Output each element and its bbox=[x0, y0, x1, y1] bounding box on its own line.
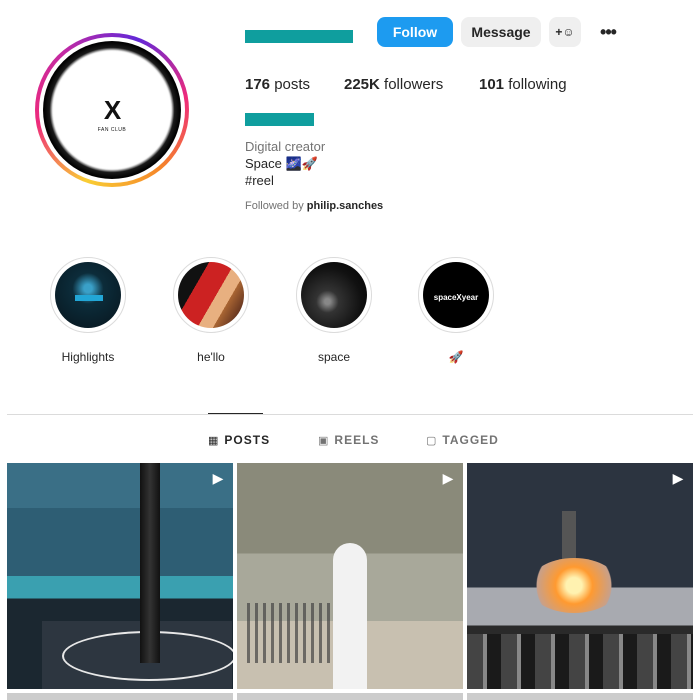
following-label: following bbox=[508, 76, 567, 93]
tagged-icon: ▢ bbox=[426, 435, 438, 447]
following-count: 101 bbox=[479, 76, 505, 93]
profile-avatar[interactable]: X FAN CLUB bbox=[35, 33, 189, 187]
follow-button[interactable]: Follow bbox=[377, 17, 453, 47]
tab-reels[interactable]: ▣ REELS bbox=[318, 433, 379, 447]
tab-posts[interactable]: ▦ POSTS bbox=[208, 433, 270, 447]
highlight-cover-1 bbox=[55, 262, 121, 328]
posts-label: posts bbox=[274, 76, 311, 93]
followed-by[interactable]: Followed by philip.sanches bbox=[245, 200, 383, 212]
highlight-cover-text: spaceXyear bbox=[433, 293, 479, 302]
story-highlight[interactable]: space bbox=[296, 257, 372, 364]
launch-plume bbox=[529, 558, 619, 613]
post-thumbnail[interactable] bbox=[7, 693, 233, 700]
tab-tagged[interactable]: ▢ TAGGED bbox=[426, 433, 499, 447]
highlight-cover-2 bbox=[178, 262, 244, 328]
tabs-divider bbox=[7, 414, 693, 415]
reels-icon: ▣ bbox=[318, 435, 330, 447]
followers-stat[interactable]: 225K followers bbox=[344, 76, 443, 93]
highlight-label: space bbox=[317, 350, 351, 364]
followed-by-user[interactable]: philip.sanches bbox=[307, 200, 383, 212]
message-button[interactable]: Message bbox=[461, 17, 541, 47]
bio-category: Digital creator bbox=[245, 139, 326, 154]
rocket-body bbox=[333, 543, 367, 689]
reel-icon: ▶ bbox=[442, 470, 454, 486]
reel-icon: ▶ bbox=[212, 470, 224, 486]
highlight-ring: spaceXyear bbox=[418, 257, 494, 333]
more-options-icon[interactable]: ••• bbox=[596, 17, 620, 47]
avatar-image: X FAN CLUB bbox=[43, 41, 181, 179]
post-thumbnail[interactable]: ▶ bbox=[467, 463, 693, 689]
followers-label: followers bbox=[384, 76, 444, 93]
post-thumbnail[interactable] bbox=[467, 693, 693, 700]
highlight-ring bbox=[173, 257, 249, 333]
highlight-label: Highlights bbox=[61, 350, 115, 364]
highlight-label: 🚀 bbox=[448, 350, 464, 364]
launch-tower bbox=[247, 603, 337, 663]
followers-count: 225K bbox=[344, 76, 380, 93]
post-thumbnail[interactable] bbox=[237, 693, 463, 700]
avatar-logo: X FAN CLUB bbox=[57, 55, 167, 165]
x-logo-icon: X bbox=[103, 95, 121, 125]
display-name-redacted bbox=[245, 113, 314, 126]
tab-label: POSTS bbox=[224, 433, 271, 447]
highlight-cover-4: spaceXyear bbox=[423, 262, 489, 328]
story-highlight[interactable]: he'llo bbox=[173, 257, 249, 364]
highlight-label: he'llo bbox=[197, 350, 225, 364]
followed-by-prefix: Followed by bbox=[245, 200, 304, 212]
bio-line: Space 🌌🚀 bbox=[245, 156, 318, 171]
story-highlight[interactable]: spaceXyear 🚀 bbox=[418, 257, 494, 364]
highlight-ring bbox=[50, 257, 126, 333]
username-redacted bbox=[245, 30, 353, 43]
story-highlight[interactable]: Highlights bbox=[50, 257, 126, 364]
bio-hashtag[interactable]: #reel bbox=[245, 173, 274, 188]
highlight-badge bbox=[75, 295, 103, 301]
highlight-ring bbox=[296, 257, 372, 333]
following-stat[interactable]: 101 following bbox=[479, 76, 567, 93]
post-thumbnail[interactable]: ▶ bbox=[237, 463, 463, 689]
parked-cars bbox=[467, 634, 693, 689]
grid-icon: ▦ bbox=[208, 435, 220, 447]
suggest-user-button[interactable]: +☺ bbox=[549, 17, 581, 47]
tab-label: TAGGED bbox=[442, 433, 499, 447]
rocket-booster bbox=[140, 463, 160, 663]
tab-label: REELS bbox=[334, 433, 380, 447]
posts-count: 176 bbox=[245, 76, 271, 93]
reel-icon: ▶ bbox=[672, 470, 684, 486]
highlight-cover-3 bbox=[301, 262, 367, 328]
active-tab-indicator bbox=[208, 413, 263, 414]
posts-count-stat: 176 posts bbox=[245, 76, 310, 93]
post-thumbnail[interactable]: ▶ bbox=[7, 463, 233, 689]
avatar-caption: FAN CLUB bbox=[97, 127, 127, 133]
